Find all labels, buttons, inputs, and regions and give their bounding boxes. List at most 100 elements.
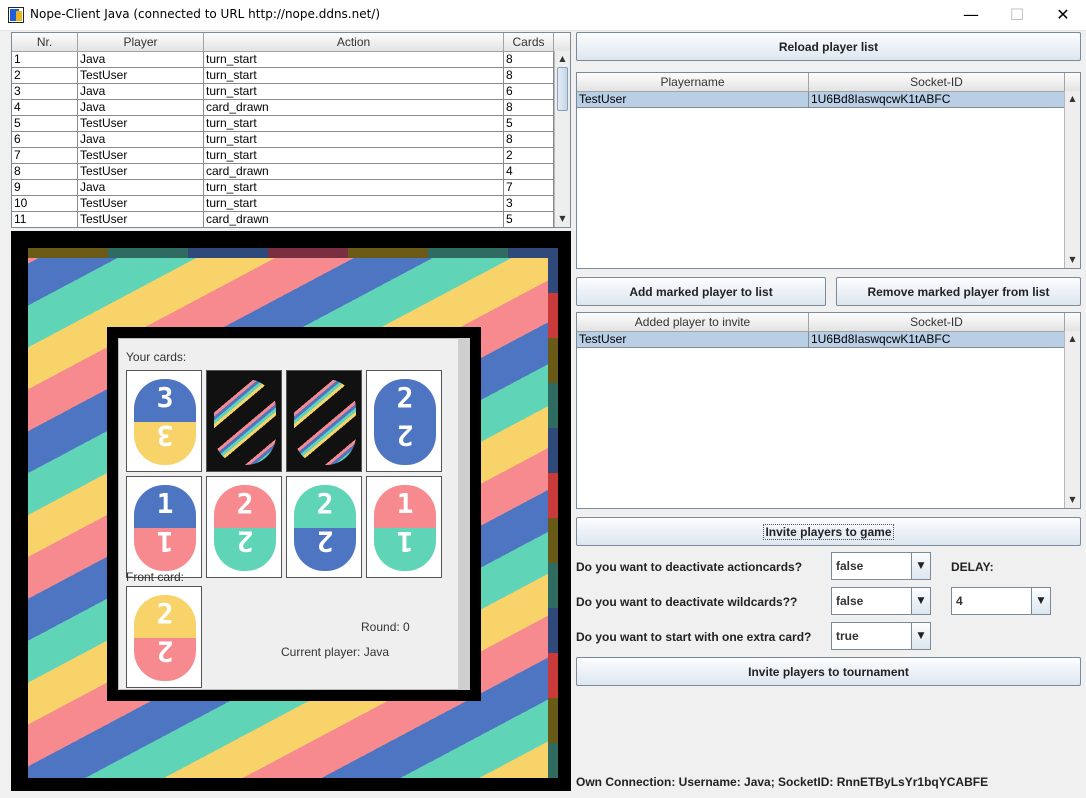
deactivate-actioncards-value: false: [836, 559, 864, 573]
table-row[interactable]: 3 Java turn_start 6: [12, 84, 570, 100]
game-border-top: [28, 248, 558, 258]
log-scrollbar[interactable]: ▲ ▼: [554, 51, 570, 227]
remove-marked-player-button[interactable]: Remove marked player from list: [836, 277, 1081, 306]
table-row[interactable]: 4 Java card_drawn 8: [12, 100, 570, 116]
own-connection-status: Own Connection: Username: Java; SocketID…: [576, 775, 989, 789]
invite-list-table: Added player to invite Socket-ID TestUse…: [576, 312, 1081, 509]
chevron-down-icon[interactable]: ▼: [911, 553, 930, 579]
delay-select[interactable]: 4 ▼: [951, 587, 1051, 615]
log-header-action[interactable]: Action: [204, 33, 504, 51]
table-row[interactable]: 5 TestUser turn_start 5: [12, 116, 570, 132]
number-card[interactable]: 22: [206, 476, 282, 578]
table-cell: TestUser: [577, 332, 809, 348]
table-cell: 7: [12, 148, 78, 164]
table-row[interactable]: 8 TestUser card_drawn 4: [12, 164, 570, 180]
table-cell: Java: [78, 132, 204, 148]
game-border-right: [548, 248, 558, 778]
close-icon[interactable]: ✕: [1040, 0, 1086, 30]
card-number-bottom: 2: [316, 525, 334, 558]
table-cell: 8: [504, 68, 554, 84]
invite-players-to-game-button[interactable]: Invite players to game: [576, 517, 1081, 546]
table-row[interactable]: 11 TestUser card_drawn 5: [12, 212, 570, 227]
table-cell: Java: [78, 180, 204, 196]
deactivate-wildcards-select[interactable]: false ▼: [831, 587, 931, 615]
table-row[interactable]: 7 TestUser turn_start 2: [12, 148, 570, 164]
table-row[interactable]: TestUser 1U6Bd8IaswqcwK1tABFC: [577, 332, 1080, 348]
player-list-table: Playername Socket-ID TestUser 1U6Bd8Iaswq…: [576, 72, 1081, 269]
maximize-icon[interactable]: ☐: [994, 0, 1040, 30]
number-card[interactable]: 22: [286, 476, 362, 578]
log-header-nr[interactable]: Nr.: [12, 33, 78, 51]
invite-players-to-tournament-button[interactable]: Invite players to tournament: [576, 657, 1081, 686]
deactivate-actioncards-select[interactable]: false ▼: [831, 552, 931, 580]
invite-list-scrollbar[interactable]: ▲ ▼: [1064, 331, 1080, 508]
table-row[interactable]: 6 Java turn_start 8: [12, 132, 570, 148]
app-icon: [8, 7, 24, 23]
card-face: [294, 379, 356, 465]
table-cell: turn_start: [204, 84, 504, 100]
log-header-player[interactable]: Player: [78, 33, 204, 51]
table-cell: 3: [504, 196, 554, 212]
card-number-top: 2: [316, 487, 334, 520]
table-cell: turn_start: [204, 196, 504, 212]
table-cell: 8: [12, 164, 78, 180]
table-cell: 5: [504, 212, 554, 227]
table-cell: card_drawn: [204, 100, 504, 116]
table-cell: Java: [78, 52, 204, 68]
table-cell: 4: [12, 100, 78, 116]
minimize-icon[interactable]: —: [948, 0, 994, 30]
extra-card-value: true: [836, 629, 859, 643]
reload-player-list-button[interactable]: Reload player list: [576, 32, 1081, 61]
scroll-thumb[interactable]: [557, 67, 568, 111]
table-cell: turn_start: [204, 116, 504, 132]
log-header-cards[interactable]: Cards: [504, 33, 554, 51]
action-card[interactable]: [286, 370, 362, 472]
deactivate-actioncards-label: Do you want to deactivate actioncards?: [576, 560, 803, 574]
window-title: Nope-Client Java (connected to URL http:…: [30, 7, 381, 21]
table-row[interactable]: 2 TestUser turn_start 8: [12, 68, 570, 84]
table-cell: TestUser: [78, 148, 204, 164]
number-card[interactable]: 33: [126, 370, 202, 472]
chevron-down-icon[interactable]: ▼: [911, 623, 930, 649]
invite-table-header: Added player to invite Socket-ID: [577, 313, 1080, 332]
table-row[interactable]: 10 TestUser turn_start 3: [12, 196, 570, 212]
scroll-up-icon[interactable]: ▲: [555, 51, 570, 67]
card-number-top: 2: [396, 381, 414, 414]
scroll-down-icon[interactable]: ▼: [1065, 492, 1080, 508]
extra-card-label: Do you want to start with one extra card…: [576, 630, 812, 644]
card-number-bottom: 2: [396, 419, 414, 452]
scroll-up-icon[interactable]: ▲: [1065, 91, 1080, 107]
action-card[interactable]: [206, 370, 282, 472]
add-marked-player-button[interactable]: Add marked player to list: [576, 277, 826, 306]
scroll-down-icon[interactable]: ▼: [1065, 252, 1080, 268]
number-card[interactable]: 22: [366, 370, 442, 472]
invite-header-player[interactable]: Added player to invite: [577, 313, 809, 331]
table-cell: 2: [504, 148, 554, 164]
scroll-up-icon[interactable]: ▲: [1065, 331, 1080, 347]
scroll-down-icon[interactable]: ▼: [555, 211, 570, 227]
table-cell: 8: [504, 100, 554, 116]
player-header-socket[interactable]: Socket-ID: [809, 73, 1065, 91]
player-header-name[interactable]: Playername: [577, 73, 809, 91]
chevron-down-icon[interactable]: ▼: [911, 588, 930, 614]
number-card[interactable]: 11: [126, 476, 202, 578]
number-card[interactable]: 11: [366, 476, 442, 578]
invite-header-socket[interactable]: Socket-ID: [809, 313, 1065, 331]
extra-card-select[interactable]: true ▼: [831, 622, 931, 650]
table-row[interactable]: 9 Java turn_start 7: [12, 180, 570, 196]
table-row[interactable]: TestUser 1U6Bd8IaswqcwK1tABFC: [577, 92, 1080, 108]
invite-table-body: TestUser 1U6Bd8IaswqcwK1tABFC: [577, 332, 1080, 348]
number-card[interactable]: 22: [126, 586, 202, 688]
table-cell: Java: [78, 84, 204, 100]
player-list-scrollbar[interactable]: ▲ ▼: [1064, 91, 1080, 268]
round-text: Round: 0: [361, 620, 410, 634]
table-cell: turn_start: [204, 180, 504, 196]
table-cell: turn_start: [204, 132, 504, 148]
card-number-top: 1: [396, 487, 414, 520]
table-cell: 1: [12, 52, 78, 68]
table-row[interactable]: 1 Java turn_start 8: [12, 52, 570, 68]
chevron-down-icon[interactable]: ▼: [1031, 588, 1050, 614]
table-cell: 11: [12, 212, 78, 227]
player-table-header: Playername Socket-ID: [577, 73, 1080, 92]
table-cell: TestUser: [78, 116, 204, 132]
